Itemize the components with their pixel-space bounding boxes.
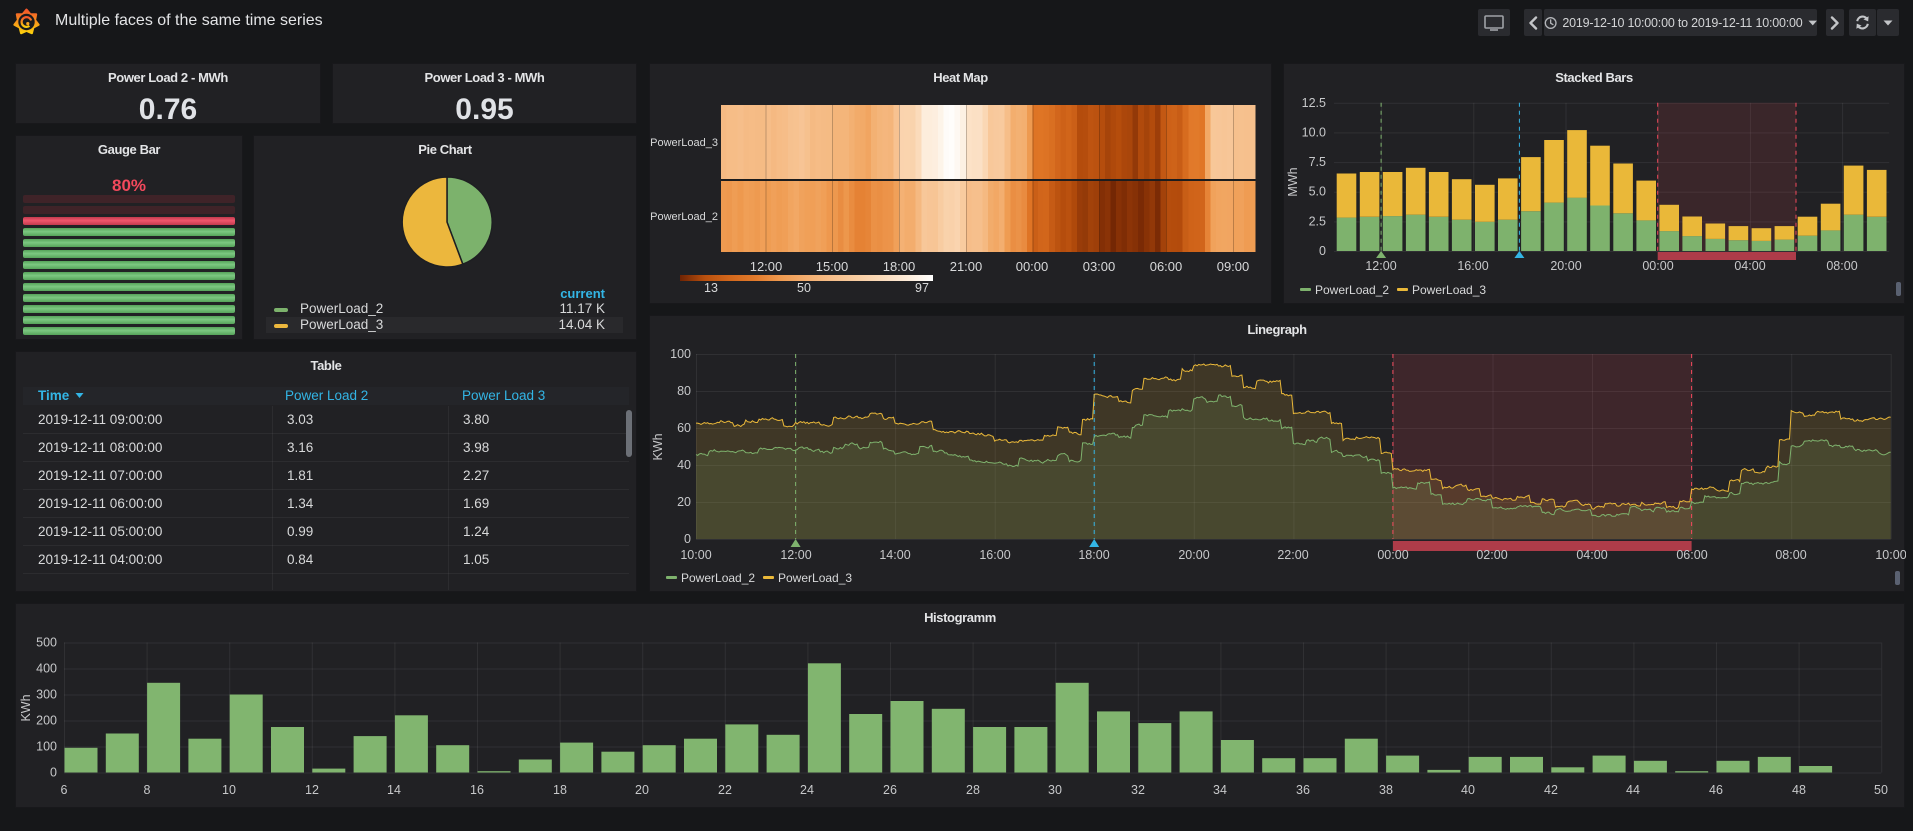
svg-text:60: 60 xyxy=(677,421,691,435)
svg-text:44: 44 xyxy=(1626,783,1640,797)
svg-text:50: 50 xyxy=(797,281,811,295)
svg-text:400: 400 xyxy=(36,662,57,676)
svg-text:48: 48 xyxy=(1792,783,1806,797)
svg-text:40: 40 xyxy=(1461,783,1475,797)
svg-text:KWh: KWh xyxy=(19,694,33,721)
svg-text:20:00: 20:00 xyxy=(1178,548,1209,562)
svg-text:12:00: 12:00 xyxy=(750,259,783,274)
svg-text:50: 50 xyxy=(1874,783,1888,797)
svg-text:6: 6 xyxy=(61,783,68,797)
svg-text:10: 10 xyxy=(222,783,236,797)
svg-text:03:00: 03:00 xyxy=(1083,259,1116,274)
svg-text:2.5: 2.5 xyxy=(1309,214,1326,228)
svg-text:20: 20 xyxy=(677,495,691,509)
svg-text:28: 28 xyxy=(966,783,980,797)
svg-text:08:00: 08:00 xyxy=(1775,548,1806,562)
svg-text:200: 200 xyxy=(36,714,57,728)
svg-text:13: 13 xyxy=(704,281,718,295)
svg-text:06:00: 06:00 xyxy=(1676,548,1707,562)
svg-text:34: 34 xyxy=(1213,783,1227,797)
svg-text:10:00: 10:00 xyxy=(1875,548,1906,562)
svg-text:36: 36 xyxy=(1296,783,1310,797)
svg-text:PowerLoad_3: PowerLoad_3 xyxy=(1412,283,1486,297)
svg-text:04:00: 04:00 xyxy=(1734,259,1765,273)
svg-text:08:00: 08:00 xyxy=(1826,259,1857,273)
svg-text:16: 16 xyxy=(470,783,484,797)
svg-text:22:00: 22:00 xyxy=(1277,548,1308,562)
svg-text:21:00: 21:00 xyxy=(950,259,983,274)
svg-text:30: 30 xyxy=(1048,783,1062,797)
svg-text:0: 0 xyxy=(684,532,691,546)
svg-text:12:00: 12:00 xyxy=(1365,259,1396,273)
svg-text:8: 8 xyxy=(144,783,151,797)
svg-text:42: 42 xyxy=(1544,783,1558,797)
svg-text:PowerLoad_2: PowerLoad_2 xyxy=(650,211,718,223)
svg-text:22: 22 xyxy=(718,783,732,797)
svg-text:16:00: 16:00 xyxy=(1457,259,1488,273)
svg-text:14:00: 14:00 xyxy=(879,548,910,562)
svg-text:KWh: KWh xyxy=(651,433,665,460)
svg-text:100: 100 xyxy=(36,740,57,754)
svg-text:16:00: 16:00 xyxy=(979,548,1010,562)
svg-text:18: 18 xyxy=(553,783,567,797)
svg-text:5.0: 5.0 xyxy=(1309,185,1326,199)
svg-text:PowerLoad_2: PowerLoad_2 xyxy=(1315,283,1389,297)
svg-text:14: 14 xyxy=(387,783,401,797)
svg-text:0: 0 xyxy=(1319,244,1326,258)
svg-text:12.5: 12.5 xyxy=(1302,96,1326,110)
svg-text:24: 24 xyxy=(800,783,814,797)
svg-text:09:00: 09:00 xyxy=(1217,259,1250,274)
svg-text:10.0: 10.0 xyxy=(1302,125,1326,139)
svg-text:06:00: 06:00 xyxy=(1150,259,1183,274)
svg-text:00:00: 00:00 xyxy=(1016,259,1049,274)
svg-text:38: 38 xyxy=(1379,783,1393,797)
svg-text:300: 300 xyxy=(36,688,57,702)
svg-text:80: 80 xyxy=(677,384,691,398)
svg-text:7.5: 7.5 xyxy=(1309,155,1326,169)
svg-text:PowerLoad_3: PowerLoad_3 xyxy=(778,571,852,585)
svg-text:20:00: 20:00 xyxy=(1550,259,1581,273)
svg-text:00:00: 00:00 xyxy=(1377,548,1408,562)
svg-text:40: 40 xyxy=(677,458,691,472)
svg-text:00:00: 00:00 xyxy=(1642,259,1673,273)
svg-text:PowerLoad_2: PowerLoad_2 xyxy=(681,571,755,585)
svg-text:18:00: 18:00 xyxy=(883,259,916,274)
svg-text:15:00: 15:00 xyxy=(816,259,849,274)
svg-text:MWh: MWh xyxy=(1286,167,1300,196)
svg-text:500: 500 xyxy=(36,636,57,650)
svg-text:PowerLoad_3: PowerLoad_3 xyxy=(650,137,718,149)
svg-text:04:00: 04:00 xyxy=(1576,548,1607,562)
svg-text:20: 20 xyxy=(635,783,649,797)
svg-text:46: 46 xyxy=(1709,783,1723,797)
svg-text:26: 26 xyxy=(883,783,897,797)
svg-text:100: 100 xyxy=(670,347,691,361)
svg-text:18:00: 18:00 xyxy=(1078,548,1109,562)
svg-text:32: 32 xyxy=(1131,783,1145,797)
svg-text:12:00: 12:00 xyxy=(780,548,811,562)
svg-text:97: 97 xyxy=(915,281,929,295)
svg-text:0: 0 xyxy=(50,766,57,780)
svg-text:02:00: 02:00 xyxy=(1476,548,1507,562)
svg-text:10:00: 10:00 xyxy=(680,548,711,562)
svg-text:12: 12 xyxy=(305,783,319,797)
